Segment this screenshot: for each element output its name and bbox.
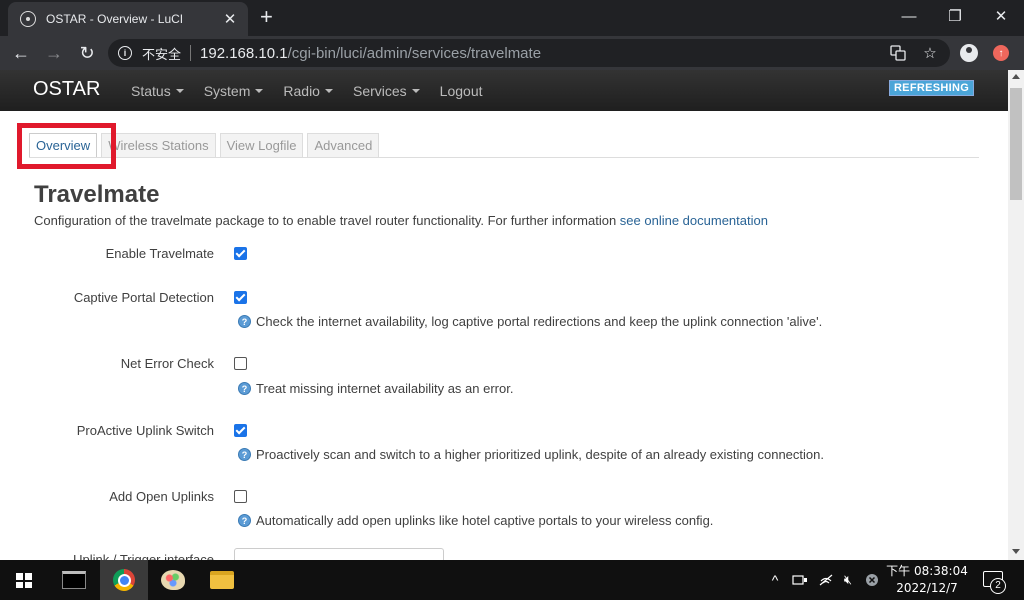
profile-avatar-icon[interactable]: [960, 44, 978, 62]
online-documentation-link[interactable]: see online documentation: [620, 213, 768, 228]
omnibox-separator: [190, 45, 192, 61]
menu-logout[interactable]: Logout: [440, 83, 483, 99]
uplink-trigger-select[interactable]: [234, 548, 444, 560]
help-info-icon: ?: [238, 448, 251, 461]
option-label-net-error: Net Error Check: [120, 356, 214, 371]
url-host: 192.168.10.1: [200, 44, 288, 62]
caret-down-icon: [175, 88, 184, 93]
site-info-icon[interactable]: i: [118, 46, 132, 60]
caret-down-icon: [324, 88, 333, 93]
minimize-icon[interactable]: —: [886, 0, 932, 32]
help-info-icon: ?: [238, 514, 251, 527]
annotation-highlight-box: [17, 123, 116, 169]
network-status-icon[interactable]: [790, 560, 810, 600]
chrome-icon: [113, 569, 135, 591]
menu-services[interactable]: Services: [353, 83, 420, 99]
folder-icon: [210, 571, 234, 589]
scroll-thumb[interactable]: [1010, 88, 1022, 200]
paint-icon: [161, 570, 185, 590]
tab-close-icon[interactable]: ✕: [222, 10, 238, 28]
menu-system[interactable]: System: [204, 83, 264, 99]
help-net-error: ? Treat missing internet availability as …: [238, 381, 513, 396]
url-path: /cgi-bin/luci/admin/services/travelmate: [287, 44, 542, 62]
windows-taskbar: ^ 🔇︎ 下午 08:38:04 2022/12/7: [0, 560, 1024, 600]
security-label: 不安全: [142, 47, 182, 63]
volume-muted-icon[interactable]: 🔇︎: [838, 560, 858, 600]
clock-time: 下午 08:38:04: [886, 564, 968, 578]
proactive-uplink-checkbox[interactable]: [234, 424, 247, 437]
browser-tab-strip: OSTAR - Overview - LuCI ✕ + — ❐ ✕: [0, 0, 1024, 36]
option-label-proactive-uplink: ProActive Uplink Switch: [76, 423, 214, 438]
net-error-checkbox[interactable]: [234, 357, 247, 370]
help-open-uplinks: ? Automatically add open uplinks like hot…: [238, 513, 713, 528]
luci-header: OSTAR Status System Radio Services Logou…: [0, 70, 1008, 111]
tab-wireless-stations[interactable]: Wireless Stations: [101, 133, 216, 158]
forward-icon[interactable]: →: [41, 40, 67, 66]
address-bar[interactable]: i 不安全 192.168.10.1/cgi-bin/luci/admin/se…: [108, 39, 950, 67]
enable-travelmate-checkbox[interactable]: [234, 247, 247, 260]
caret-down-icon: [411, 88, 420, 93]
option-label-enable-travelmate: Enable Travelmate: [105, 246, 214, 261]
help-info-icon: ?: [238, 382, 251, 395]
tab-title: OSTAR - Overview - LuCI: [46, 12, 184, 26]
tab-advanced[interactable]: Advanced: [307, 133, 380, 158]
notification-count-badge: 2: [990, 578, 1006, 594]
taskbar-paint[interactable]: [149, 560, 197, 600]
stop-circle-icon[interactable]: [862, 560, 882, 600]
page-scrollbar[interactable]: [1008, 70, 1024, 560]
taskbar-cmd[interactable]: [50, 560, 98, 600]
system-clock[interactable]: 下午 08:38:04 2022/12/7: [880, 563, 974, 597]
scroll-down-icon[interactable]: [1012, 549, 1020, 554]
windows-start-icon[interactable]: [16, 573, 32, 588]
window-close-icon[interactable]: ✕: [978, 0, 1024, 32]
page-title: Travelmate: [34, 181, 160, 208]
browser-toolbar: ← → ↻ i 不安全 192.168.10.1/cgi-bin/luci/ad…: [0, 36, 1024, 70]
chrome-update-icon[interactable]: ↑: [993, 45, 1009, 61]
help-info-icon: ?: [238, 315, 251, 328]
option-label-captive-portal: Captive Portal Detection: [73, 290, 214, 305]
translate-icon[interactable]: [884, 39, 912, 67]
captive-portal-checkbox[interactable]: [234, 291, 247, 304]
browser-tab[interactable]: OSTAR - Overview - LuCI ✕: [8, 2, 248, 36]
help-proactive-uplink: ? Proactively scan and switch to a higher…: [238, 447, 824, 462]
terminal-icon: [62, 571, 86, 589]
option-label-open-uplinks: Add Open Uplinks: [109, 489, 214, 504]
scroll-up-icon[interactable]: [1012, 74, 1020, 79]
reload-icon[interactable]: ↻: [74, 40, 100, 66]
help-captive-portal: ? Check the internet availability, log ca…: [238, 314, 822, 329]
main-menu: Status System Radio Services Logout: [131, 70, 503, 111]
back-icon[interactable]: ←: [8, 40, 34, 66]
tab-view-logfile[interactable]: View Logfile: [219, 133, 304, 158]
page-description: Configuration of the travelmate package …: [34, 213, 768, 228]
open-uplinks-checkbox[interactable]: [234, 490, 247, 503]
taskbar-explorer[interactable]: [198, 560, 246, 600]
caret-down-icon: [255, 88, 264, 93]
tray-overflow-icon[interactable]: ^: [766, 560, 784, 600]
menu-status[interactable]: Status: [131, 83, 184, 99]
taskbar-chrome[interactable]: [100, 560, 148, 600]
menu-radio[interactable]: Radio: [283, 83, 333, 99]
refreshing-badge[interactable]: REFRESHING: [889, 80, 974, 96]
brand-logo[interactable]: OSTAR: [33, 78, 100, 101]
maximize-icon[interactable]: ❐: [932, 0, 978, 32]
tabs-divider: [29, 157, 979, 158]
bookmark-star-icon[interactable]: ☆: [916, 39, 944, 67]
luci-favicon-icon: [20, 11, 36, 27]
wifi-icon[interactable]: [816, 560, 836, 600]
clock-date: 2022/12/7: [896, 581, 958, 595]
new-tab-icon[interactable]: +: [260, 5, 273, 29]
option-label-uplink-trigger: Uplink / Trigger interface: [34, 553, 214, 560]
